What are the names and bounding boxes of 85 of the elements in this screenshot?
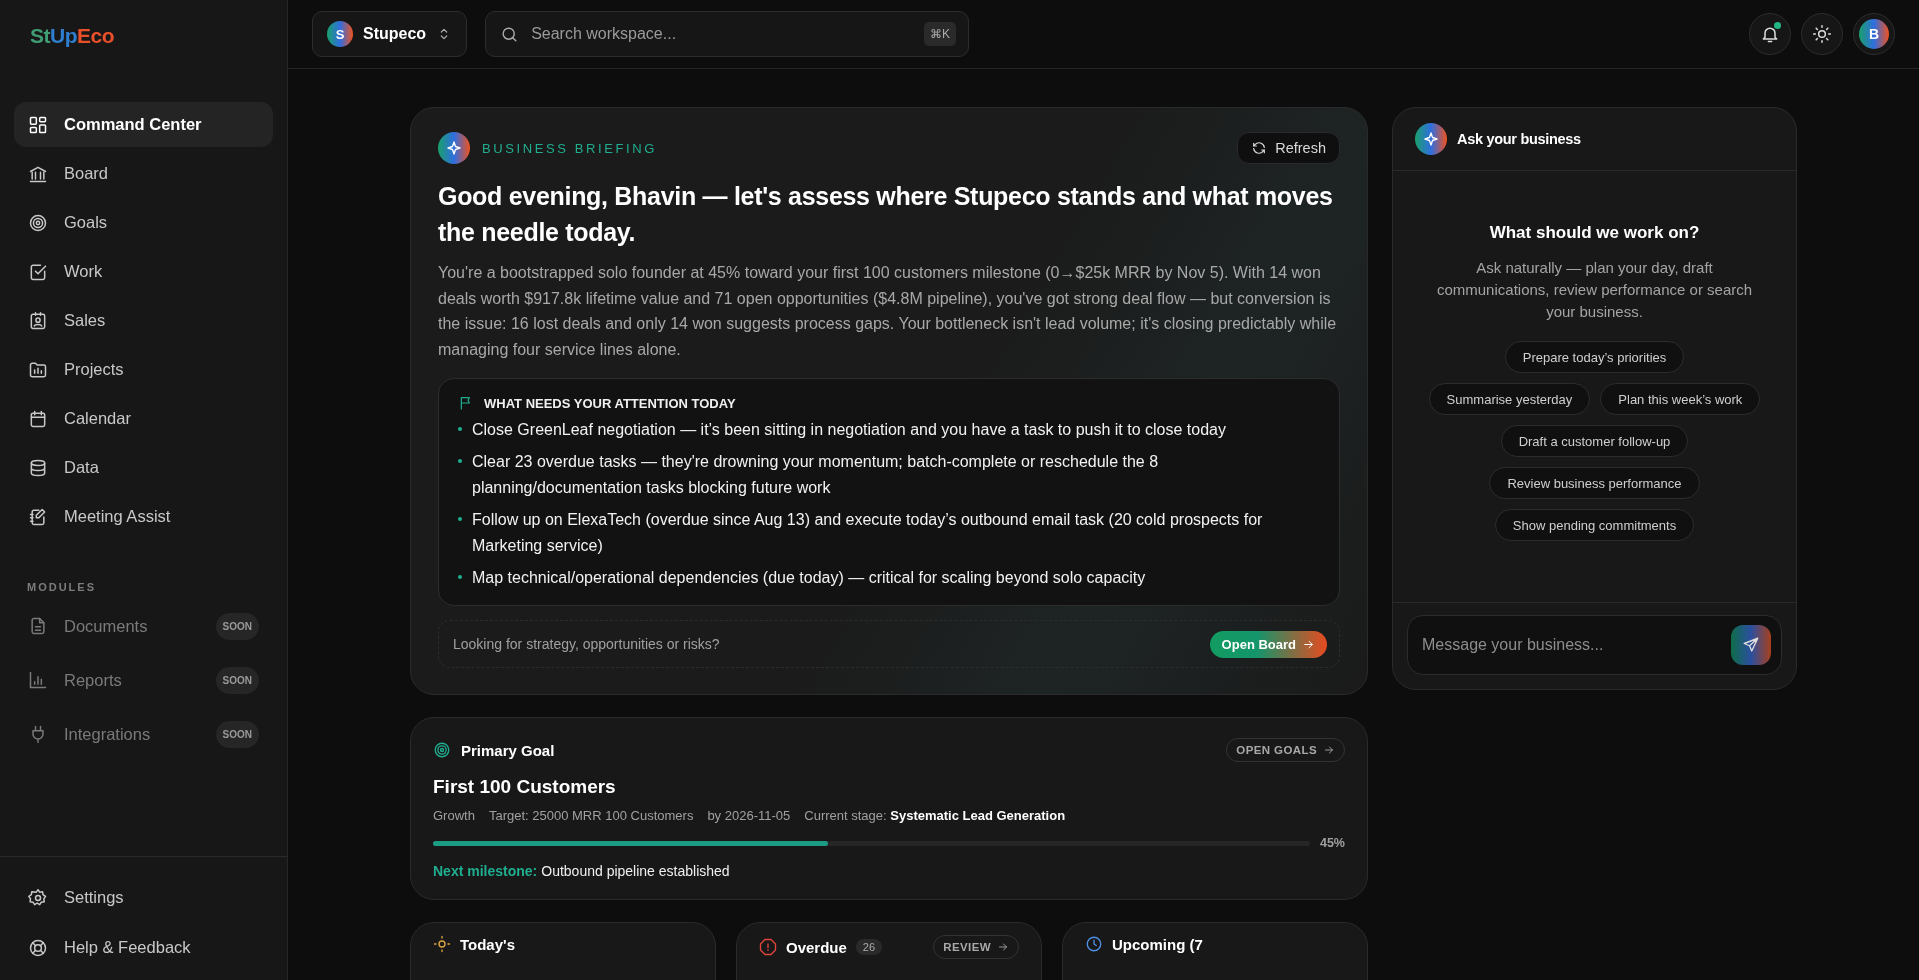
theme-toggle-button[interactable] bbox=[1801, 13, 1843, 55]
search-input[interactable]: Search workspace... bbox=[529, 24, 915, 44]
sidebar-item[interactable]: Data bbox=[14, 445, 273, 490]
sidebar-item[interactable]: Meeting Assist bbox=[14, 494, 273, 539]
sparkle-icon bbox=[1415, 123, 1447, 155]
goal-category: Growth bbox=[433, 808, 475, 823]
goal-title: First 100 Customers bbox=[433, 776, 617, 798]
goal-deadline: by 2026-11-05 bbox=[707, 808, 791, 823]
grid-icon bbox=[28, 114, 48, 135]
send-icon bbox=[1742, 636, 1760, 654]
sidebar-item[interactable]: Sales bbox=[14, 298, 273, 343]
suggestion-chip[interactable]: Plan this week’s work bbox=[1600, 383, 1761, 415]
suggestion-chip[interactable]: Review business performance bbox=[1489, 467, 1700, 499]
sidebar-item[interactable]: Calendar bbox=[14, 396, 273, 441]
bar-chart-icon bbox=[28, 670, 48, 690]
refresh-icon bbox=[1251, 140, 1268, 156]
attention-title: WHAT NEEDS YOUR ATTENTION TODAY bbox=[484, 395, 736, 411]
assistant-title: Ask your business bbox=[1457, 131, 1581, 147]
card-title: Today's bbox=[460, 935, 515, 953]
bullet-dot bbox=[458, 427, 462, 431]
sun-icon bbox=[1812, 24, 1832, 44]
section-heading: MODULES bbox=[27, 581, 96, 593]
goal-stage: Current stage: Systematic Lead Generation bbox=[804, 808, 1066, 823]
milestone-label: Next milestone: bbox=[433, 863, 538, 879]
refresh-button[interactable]: Refresh bbox=[1237, 132, 1340, 164]
sidebar-item[interactable]: Settings bbox=[14, 875, 273, 920]
workspace-avatar: S bbox=[327, 21, 353, 47]
sidebar-item[interactable]: Work bbox=[14, 249, 273, 294]
search-bar[interactable]: Search workspace... ⌘K bbox=[485, 11, 970, 57]
briefing-heading: Good evening, Bhavin — let's assess where Stupeco stands and what moves the needle today. bbox=[438, 181, 1334, 248]
attention-item: Clear 23 overdue tasks — they're drowning your momentum; batch-complete or reschedule the 8 planning/documentation tasks blocking future work bbox=[472, 452, 1160, 498]
open-board-button[interactable]: Open Board bbox=[1209, 630, 1327, 658]
brand-logo[interactable]: StUpEco bbox=[30, 24, 114, 48]
sparkle-icon bbox=[438, 132, 470, 164]
document-icon bbox=[28, 616, 48, 636]
user-avatar[interactable]: B bbox=[1853, 13, 1895, 55]
goal-target: Target: 25000 MRR 100 Customers bbox=[488, 808, 694, 823]
shortcut-hint: ⌘K bbox=[924, 22, 957, 46]
message-bar[interactable]: Message your business... bbox=[1407, 615, 1782, 675]
card-title: Overdue bbox=[786, 938, 847, 956]
sidebar-item[interactable]: Board bbox=[14, 151, 273, 196]
suggestion-chip[interactable]: Draft a customer follow-up bbox=[1500, 425, 1689, 457]
bullet-dot bbox=[458, 575, 462, 579]
calendar-icon bbox=[28, 408, 48, 429]
sun-icon bbox=[433, 935, 451, 953]
briefing-label: BUSINESS BRIEFING bbox=[482, 140, 657, 156]
sidebar-item[interactable]: Goals bbox=[14, 200, 273, 245]
attention-item: Close GreenLeaf negotiation — it’s been sitting in negotiation and you have a task to push it to close today bbox=[472, 420, 1226, 440]
goal-label: Primary Goal bbox=[461, 741, 555, 759]
count-badge: 26 bbox=[855, 939, 883, 955]
suggestion-chip[interactable]: Show pending commitments bbox=[1494, 509, 1695, 541]
suggestion-chip[interactable]: Summarise yesterday bbox=[1428, 383, 1591, 415]
prompt-text: Looking for strategy, opportunities or risks? bbox=[453, 636, 720, 652]
milestone-text: Outbound pipeline established bbox=[541, 863, 730, 879]
soon-badge: SOON bbox=[215, 612, 259, 640]
bullet-dot bbox=[458, 517, 462, 521]
lifebuoy-icon bbox=[28, 937, 48, 958]
arrow-right-icon bbox=[997, 941, 1009, 953]
attention-item: Follow up on ElexaTech (overdue since Aug 13) and execute today’s outbound email task (20 cold prospects for Marketing service) bbox=[472, 510, 1264, 556]
arrow-right-icon bbox=[1323, 744, 1335, 756]
alert-octagon-icon bbox=[759, 938, 777, 956]
sidebar-item[interactable]: Projects bbox=[14, 347, 273, 392]
clock-icon bbox=[1085, 935, 1103, 953]
soon-badge: SOON bbox=[215, 720, 259, 748]
database-icon bbox=[28, 457, 48, 478]
settings-icon bbox=[28, 887, 48, 908]
target-icon bbox=[433, 741, 451, 759]
progress-reading: 45% bbox=[1319, 836, 1345, 850]
target-icon bbox=[28, 212, 48, 233]
soon-badge: SOON bbox=[215, 666, 259, 694]
notebook-icon bbox=[28, 506, 48, 527]
sidebar-item[interactable]: Help & Feedback bbox=[14, 925, 273, 970]
suggestion-chip[interactable]: Prepare today’s priorities bbox=[1504, 341, 1685, 373]
id-badge-icon bbox=[28, 310, 48, 331]
assistant-heading: What should we work on? bbox=[1489, 223, 1700, 243]
workspace-switcher[interactable]: S Stupeco bbox=[312, 11, 468, 57]
sidebar-item[interactable]: Command Center bbox=[14, 102, 273, 147]
attention-item: Map technical/operational dependencies (due today) — critical for scaling beyond solo capacity bbox=[472, 568, 1146, 588]
send-button[interactable] bbox=[1731, 625, 1771, 665]
card-title: Upcoming (7 bbox=[1112, 935, 1203, 953]
assistant-description: Ask naturally — plan your day, draft communications, review performance or search your business. bbox=[1435, 258, 1754, 322]
briefing-summary: You're a bootstrapped solo founder at 45% toward your first 100 customers milestone (0→$25k MRR by Nov 5). With 14 won deals worth $917.8k lifetime value and 71 open opportunities ($4.8M pipeline), you've got strong deal flow — but conversion is the issue: 16 lost deals and only 14 won suggests process gaps. Your bottleneck isn't lead volume; it's closing predictably while managing four service lines alone. bbox=[438, 263, 1338, 360]
message-input[interactable]: Message your business... bbox=[1420, 635, 1731, 655]
bullet-dot bbox=[458, 459, 462, 463]
notifications-button[interactable] bbox=[1749, 13, 1791, 55]
